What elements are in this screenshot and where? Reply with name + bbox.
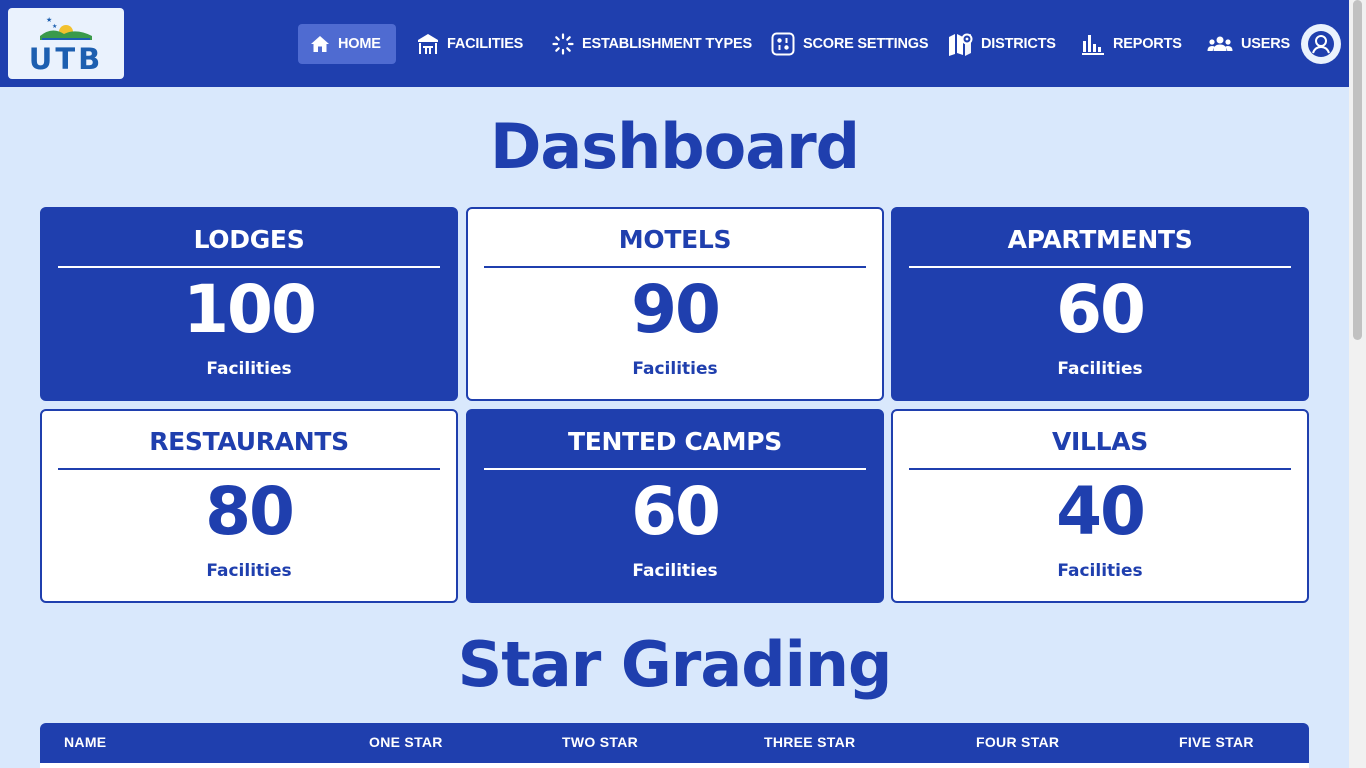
nav-establishment-types-label: ESTABLISHMENT TYPES — [582, 36, 752, 52]
column-header-one-star[interactable]: ONE STAR — [369, 734, 443, 750]
card-divider — [58, 266, 440, 268]
star-grading-table-body — [40, 763, 1309, 768]
column-header-four-star[interactable]: FOUR STAR — [976, 734, 1059, 750]
card-count: 100 — [183, 271, 317, 348]
card-title: TENTED CAMPS — [568, 427, 782, 456]
card-subtitle: Facilities — [632, 561, 718, 581]
top-navbar: ★ ★ UTB HOME FACILITIES ESTABLISHMENT TY… — [0, 0, 1349, 87]
nav-reports[interactable]: REPORTS — [1069, 24, 1194, 64]
logo-text: UTB — [28, 42, 104, 76]
profile-button[interactable] — [1301, 24, 1341, 64]
card-title: VILLAS — [1051, 427, 1149, 456]
card-divider — [484, 266, 866, 268]
nav-home-label: HOME — [338, 36, 381, 52]
page-title: Dashboard — [489, 110, 860, 183]
logo-landscape-icon: ★ ★ — [40, 16, 92, 40]
card-divider — [484, 468, 866, 470]
card-title: APARTMENTS — [1007, 225, 1193, 254]
stat-card-restaurants[interactable]: RESTAURANTS 80 Facilities — [40, 409, 458, 603]
card-count: 60 — [1056, 271, 1146, 348]
column-header-name[interactable]: NAME — [64, 734, 106, 750]
stat-card-villas[interactable]: VILLAS 40 Facilities — [891, 409, 1309, 603]
stat-card-apartments[interactable]: APARTMENTS 60 Facilities — [891, 207, 1309, 401]
nav-establishment-types[interactable]: ESTABLISHMENT TYPES — [540, 24, 764, 64]
card-title: MOTELS — [618, 225, 732, 254]
nav-users[interactable]: USERS — [1195, 24, 1302, 64]
card-subtitle: Facilities — [1057, 561, 1143, 581]
column-header-two-star[interactable]: TWO STAR — [562, 734, 638, 750]
utb-logo[interactable]: ★ ★ UTB — [8, 8, 124, 79]
nav-home[interactable]: HOME — [298, 24, 396, 64]
score-settings-icon — [771, 32, 795, 56]
nav-districts[interactable]: DISTRICTS — [935, 24, 1068, 64]
nav-facilities[interactable]: FACILITIES — [405, 24, 535, 64]
users-icon — [1207, 36, 1233, 51]
column-header-three-star[interactable]: THREE STAR — [764, 734, 855, 750]
nav-districts-label: DISTRICTS — [981, 36, 1056, 52]
card-count: 80 — [205, 473, 295, 550]
user-circle-icon — [1308, 31, 1334, 57]
card-count: 60 — [631, 473, 721, 550]
svg-text:★: ★ — [52, 23, 57, 30]
page-scrollbar[interactable] — [1349, 0, 1366, 768]
nav-reports-label: REPORTS — [1113, 36, 1182, 52]
card-divider — [909, 468, 1291, 470]
column-header-five-star[interactable]: FIVE STAR — [1179, 734, 1254, 750]
facilities-icon — [418, 34, 438, 54]
card-count: 40 — [1056, 473, 1146, 550]
nav-facilities-label: FACILITIES — [447, 36, 524, 52]
card-divider — [58, 468, 440, 470]
bar-chart-icon — [1082, 35, 1104, 55]
card-subtitle: Facilities — [206, 561, 292, 581]
card-subtitle: Facilities — [632, 359, 718, 379]
star-grading-title: Star Grading — [457, 628, 893, 701]
stat-card-lodges[interactable]: LODGES 100 Facilities — [40, 207, 458, 401]
card-count: 90 — [631, 271, 721, 348]
card-divider — [909, 266, 1291, 268]
nav-score-settings-label: SCORE SETTINGS — [803, 36, 929, 52]
nav-score-settings[interactable]: SCORE SETTINGS — [759, 24, 940, 64]
home-icon — [311, 36, 329, 52]
establishment-icon — [552, 33, 574, 55]
card-subtitle: Facilities — [1057, 359, 1143, 379]
stat-card-motels[interactable]: MOTELS 90 Facilities — [466, 207, 884, 401]
card-subtitle: Facilities — [206, 359, 292, 379]
nav-users-label: USERS — [1241, 36, 1290, 52]
stat-card-tented-camps[interactable]: TENTED CAMPS 60 Facilities — [466, 409, 884, 603]
scrollbar-thumb[interactable] — [1353, 0, 1362, 340]
card-title: RESTAURANTS — [149, 427, 349, 456]
card-title: LODGES — [193, 225, 305, 254]
star-grading-table-header: NAME ONE STAR TWO STAR THREE STAR FOUR S… — [40, 723, 1309, 768]
map-icon — [949, 33, 973, 56]
